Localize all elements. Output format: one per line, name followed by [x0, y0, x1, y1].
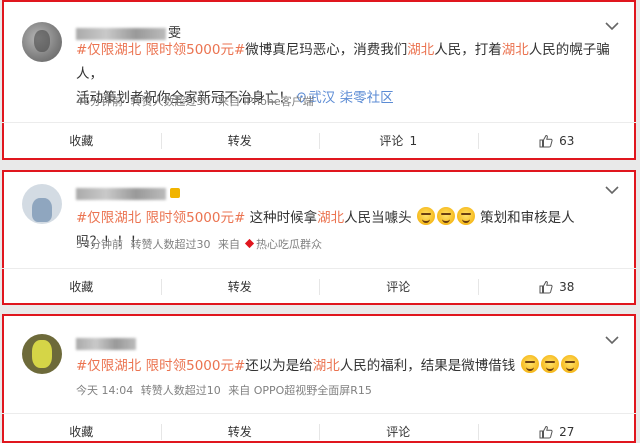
- repost-stat: 转赞人数超过30: [130, 238, 211, 251]
- favorite-button[interactable]: 收藏: [2, 414, 161, 443]
- like-button[interactable]: 63: [477, 123, 637, 158]
- favorite-button[interactable]: 收藏: [2, 123, 161, 158]
- smirk-emoji-icon: [416, 207, 435, 225]
- post-source: 来自: [218, 238, 240, 251]
- like-button[interactable]: 38: [477, 269, 637, 304]
- author-name[interactable]: [76, 336, 136, 350]
- repost-stat: 转赞人数超过50: [130, 95, 211, 108]
- hashtag-link[interactable]: #仅限湖北 限时领5000元#: [76, 42, 245, 58]
- post-text: #仅限湖北 限时领5000元#还以为是给湖北人民的福利，结果是微博借钱: [76, 354, 620, 378]
- vip-badge-icon: [170, 188, 181, 198]
- post-time[interactable]: 今天 14:04: [76, 384, 133, 397]
- post-time[interactable]: 46分钟前: [76, 95, 123, 108]
- smirk-emoji-icon: [456, 207, 475, 225]
- chevron-down-icon[interactable]: [604, 20, 620, 32]
- repost-button[interactable]: 转发: [160, 123, 320, 158]
- post-meta: 46分钟前 转赞人数超过50 来自 iPhone客户端: [76, 93, 318, 109]
- avatar[interactable]: [22, 22, 62, 62]
- post-source: 来自 iPhone客户端: [218, 95, 314, 108]
- thumbs-up-icon: [539, 134, 553, 147]
- thumbs-up-icon: [539, 280, 553, 293]
- action-bar: 收藏 转发 评论 38: [2, 268, 636, 304]
- action-bar: 收藏 转发 评论 1 63: [2, 122, 636, 158]
- comment-button[interactable]: 评论: [319, 414, 478, 443]
- hashtag-link[interactable]: #仅限湖北 限时领5000元#: [76, 210, 245, 226]
- favorite-button[interactable]: 收藏: [2, 269, 161, 304]
- blurred-username: [76, 187, 166, 200]
- chevron-down-icon[interactable]: [604, 184, 620, 196]
- like-button[interactable]: 27: [477, 414, 637, 443]
- post-meta: 54分钟前 转赞人数超过30 来自 热心吃瓜群众: [76, 238, 322, 251]
- thumbs-up-icon: [539, 425, 553, 438]
- comment-button[interactable]: 评论: [319, 269, 478, 304]
- diamond-badge-icon: [244, 238, 255, 249]
- smirk-emoji-icon: [540, 355, 559, 373]
- author-name[interactable]: [76, 186, 181, 200]
- blurred-username: [76, 337, 136, 350]
- repost-button[interactable]: 转发: [160, 269, 320, 304]
- action-bar: 收藏 转发 评论 27: [2, 413, 636, 443]
- avatar[interactable]: [22, 334, 62, 374]
- hashtag-link[interactable]: #仅限湖北 限时领5000元#: [76, 358, 245, 374]
- weibo-feed: 雯 #仅限湖北 限时领5000元#微博真尼玛恶心，消费我们湖北人民，打着湖北人民…: [0, 0, 640, 443]
- comment-button[interactable]: 评论 1: [319, 123, 478, 158]
- post-meta: 今天 14:04 转赞人数超过10 来自 OPPO超视野全面屏R15: [76, 382, 376, 398]
- avatar[interactable]: [22, 184, 62, 224]
- post-time[interactable]: 54分钟前: [76, 238, 123, 251]
- author-name[interactable]: 雯: [76, 22, 181, 41]
- repost-button[interactable]: 转发: [160, 414, 320, 443]
- chevron-down-icon[interactable]: [604, 334, 620, 346]
- repost-stat: 转赞人数超过10: [140, 384, 221, 397]
- smirk-emoji-icon: [436, 207, 455, 225]
- smirk-emoji-icon: [560, 355, 579, 373]
- smirk-emoji-icon: [520, 355, 539, 373]
- post-source: 来自 OPPO超视野全面屏R15: [228, 384, 372, 397]
